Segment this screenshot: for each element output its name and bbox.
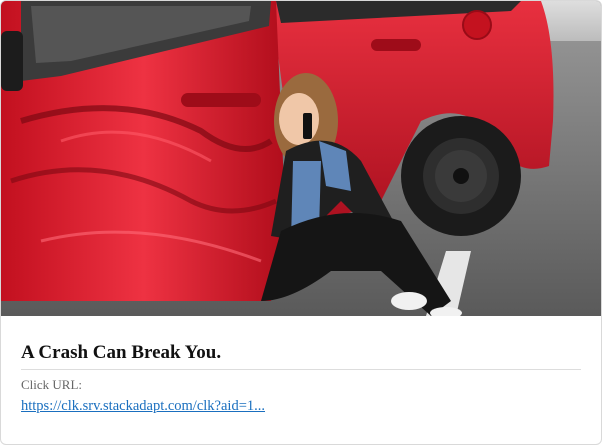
ad-title: A Crash Can Break You.	[21, 341, 581, 370]
crash-photo	[1, 1, 601, 316]
click-url-label: Click URL:	[21, 377, 83, 392]
ad-content: A Crash Can Break You. Click URL: https:…	[21, 331, 581, 415]
click-url-link[interactable]: https://clk.srv.stackadapt.com/clk?aid=1…	[21, 397, 265, 415]
ad-preview-card: A Crash Can Break You. Click URL: https:…	[0, 0, 602, 445]
ad-image[interactable]	[1, 1, 601, 316]
